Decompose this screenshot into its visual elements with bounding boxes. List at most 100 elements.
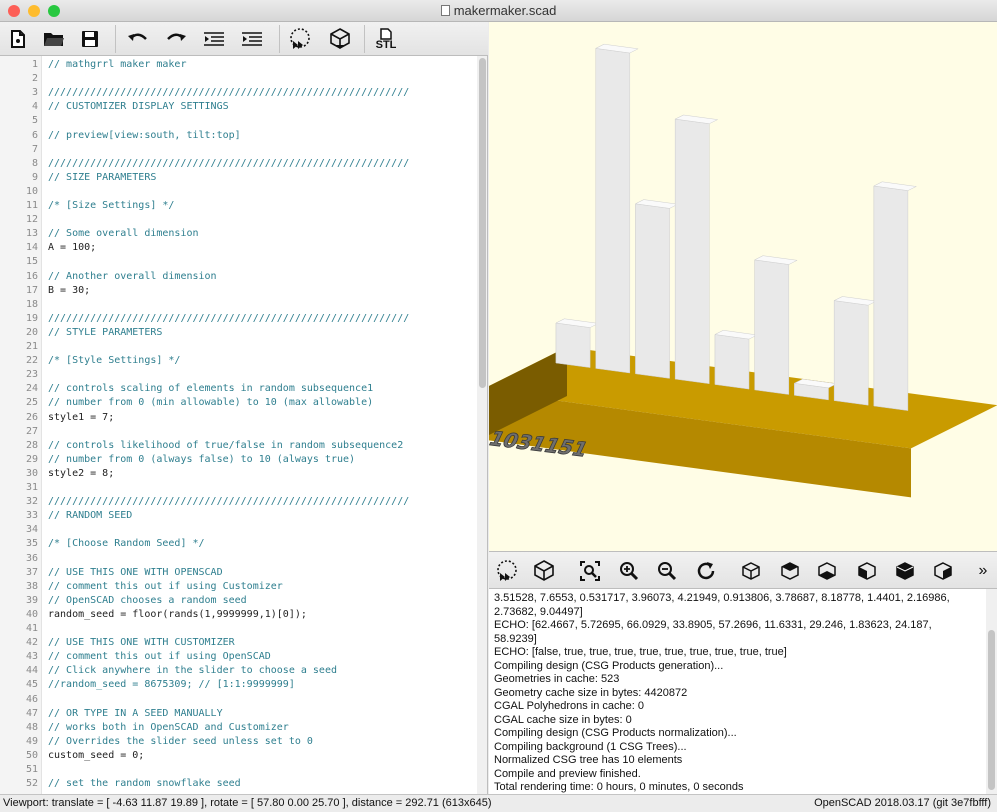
code-line[interactable]: style1 = 7; — [48, 411, 114, 425]
code-line[interactable]: // number from 0 (always false) to 10 (a… — [48, 453, 355, 467]
view-right-icon[interactable] — [737, 557, 765, 585]
render-icon[interactable] — [326, 25, 354, 53]
preview-icon[interactable] — [286, 25, 314, 53]
bar-6 — [753, 255, 798, 395]
render-icon[interactable] — [530, 557, 558, 585]
code-line[interactable]: // controls scaling of elements in rando… — [48, 382, 373, 396]
undo-icon[interactable] — [124, 25, 152, 53]
toolbar-separator — [279, 25, 280, 53]
export-stl-button[interactable]: STL — [372, 25, 400, 53]
code-line[interactable]: A = 100; — [48, 241, 96, 255]
code-line[interactable]: // number from 0 (min allowable) to 10 (… — [48, 396, 373, 410]
line-number: 20 — [25, 326, 38, 338]
line-number: 48 — [25, 721, 38, 733]
line-number: 36 — [25, 552, 38, 564]
zoom-out-icon[interactable] — [653, 557, 681, 585]
code-line[interactable]: ////////////////////////////////////////… — [48, 312, 409, 326]
code-editor[interactable]: 1// mathgrrl maker maker 2 3//////////////… — [0, 56, 488, 794]
code-line[interactable]: // OR TYPE IN A SEED MANUALLY — [48, 707, 223, 721]
console-line: 58.9239] — [494, 632, 537, 645]
console-line: 3.51528, 7.6553, 0.531717, 3.96073, 4.21… — [494, 592, 950, 604]
line-number: 28 — [25, 439, 38, 451]
title-bar: makermaker.scad — [0, 0, 997, 22]
code-line[interactable]: custom_seed = 0; — [48, 749, 144, 763]
line-number: 16 — [25, 270, 38, 282]
view-back-icon[interactable] — [929, 557, 957, 585]
code-line[interactable]: // mathgrrl maker maker — [48, 58, 186, 72]
toolbar-overflow-button[interactable]: » — [969, 557, 997, 585]
line-number: 49 — [25, 735, 38, 747]
viewport-toolbar: » — [489, 551, 997, 589]
line-number: 42 — [25, 637, 38, 649]
code-line[interactable]: /* [Style Settings] */ — [48, 354, 180, 368]
view-left-icon[interactable] — [853, 557, 881, 585]
console-line: Geometries in cache: 523 — [494, 673, 620, 685]
line-number: 38 — [25, 580, 38, 592]
line-number: 3 — [31, 87, 38, 99]
view-top-icon[interactable] — [776, 557, 804, 585]
viewport-status: Viewport: translate = [ -4.63 11.87 19.8… — [3, 797, 492, 809]
code-line[interactable]: // comment this out if using OpenSCAD — [48, 650, 271, 664]
open-folder-icon[interactable] — [40, 25, 68, 53]
code-line[interactable]: // controls likelihood of true/false in … — [48, 439, 403, 453]
code-line[interactable]: /* [Size Settings] */ — [48, 199, 174, 213]
preview-icon[interactable] — [493, 557, 521, 585]
code-line[interactable]: style2 = 8; — [48, 467, 114, 481]
bar-3 — [634, 199, 679, 379]
console-output[interactable]: 3.51528, 7.6553, 0.531717, 3.96073, 4.21… — [489, 589, 997, 794]
code-line[interactable]: // RANDOM SEED — [48, 509, 132, 523]
editor-scroll-thumb[interactable] — [479, 58, 486, 388]
bar-9 — [873, 181, 918, 411]
console-scroll-thumb[interactable] — [988, 630, 995, 790]
code-line[interactable]: // USE THIS ONE WITH OPENSCAD — [48, 566, 223, 580]
code-line[interactable]: // works both in OpenSCAD and Customizer — [48, 721, 289, 735]
line-number: 31 — [25, 482, 38, 493]
code-line[interactable]: /* [Choose Random Seed] */ — [48, 537, 205, 551]
indent-icon[interactable] — [238, 25, 266, 53]
code-line[interactable]: // OpenSCAD chooses a random seed — [48, 594, 247, 608]
code-line[interactable]: // CUSTOMIZER DISPLAY SETTINGS — [48, 100, 229, 114]
console-line: Compiling design (CSG Products normaliza… — [494, 727, 737, 739]
redo-icon[interactable] — [162, 25, 190, 53]
line-number: 15 — [25, 256, 38, 268]
line-number: 14 — [25, 242, 38, 254]
save-icon[interactable] — [76, 25, 104, 53]
code-line[interactable]: //random_seed = 8675309; // [1:1:9999999… — [48, 678, 295, 692]
console-line: Compiling design (CSG Products generatio… — [494, 659, 724, 672]
code-line[interactable]: // Another overall dimension — [48, 270, 217, 284]
code-line[interactable]: // SIZE PARAMETERS — [48, 171, 156, 185]
code-line[interactable]: B = 30; — [48, 284, 90, 298]
line-number: 26 — [25, 411, 38, 423]
code-line[interactable]: ////////////////////////////////////////… — [48, 86, 409, 100]
editor-toolbar: STL — [0, 22, 488, 56]
line-number: 32 — [25, 496, 38, 508]
reset-view-icon[interactable] — [692, 557, 720, 585]
line-number: 33 — [25, 510, 38, 522]
status-bar: Viewport: translate = [ -4.63 11.87 19.8… — [0, 794, 997, 812]
code-line[interactable]: ////////////////////////////////////////… — [48, 157, 409, 171]
toolbar-separator — [115, 25, 116, 53]
code-line[interactable]: random_seed = floor(rands(1,9999999,1)[0… — [48, 608, 307, 622]
code-line[interactable]: // Overrides the slider seed unless set … — [48, 735, 313, 749]
console-line: Geometry cache size in bytes: 4420872 — [494, 686, 688, 699]
code-line[interactable]: // Click anywhere in the slider to choos… — [48, 664, 337, 678]
view-bottom-icon[interactable] — [813, 557, 841, 585]
zoom-in-icon[interactable] — [615, 557, 643, 585]
code-line[interactable]: // set the random snowflake seed — [48, 777, 241, 791]
code-line[interactable]: // USE THIS ONE WITH CUSTOMIZER — [48, 636, 235, 650]
code-line[interactable]: // Some overall dimension — [48, 227, 199, 241]
console-line: CGAL Polyhedrons in cache: 0 — [494, 700, 645, 712]
version-label: OpenSCAD 2018.03.17 (git 3e7fbfff) — [814, 797, 991, 809]
unindent-icon[interactable] — [200, 25, 228, 53]
console-line: Total rendering time: 0 hours, 0 minutes… — [494, 781, 744, 793]
code-line[interactable]: ////////////////////////////////////////… — [48, 495, 409, 509]
code-line[interactable]: // comment this out if using Customizer — [48, 580, 283, 594]
view-front-icon[interactable] — [891, 557, 919, 585]
new-file-icon[interactable] — [4, 25, 32, 53]
console-line: CGAL cache size in bytes: 0 — [494, 713, 632, 726]
code-line[interactable]: // STYLE PARAMETERS — [48, 326, 162, 340]
code-line[interactable]: // preview[view:south, tilt:top] — [48, 129, 241, 143]
line-number: 8 — [31, 157, 38, 169]
3d-viewport[interactable]: 1031151 — [489, 22, 997, 551]
view-all-icon[interactable] — [576, 557, 604, 585]
